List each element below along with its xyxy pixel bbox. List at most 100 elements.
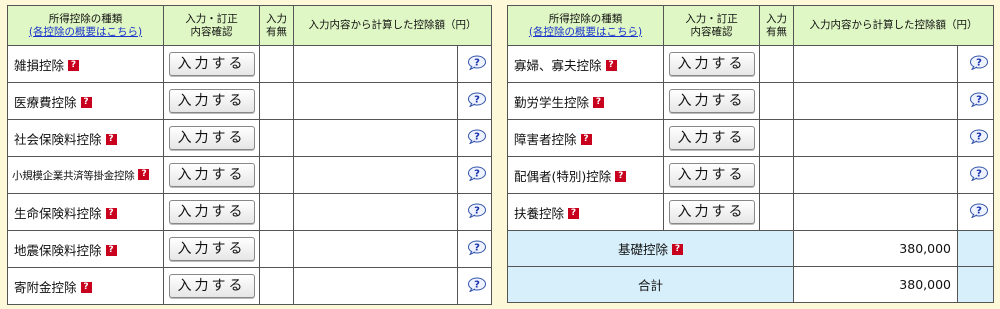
help-cell: ? <box>457 45 492 83</box>
col-header-input-line1: 入力・訂正 <box>685 12 738 25</box>
input-status-cell <box>759 45 794 83</box>
col-header-input: 入力・訂正 内容確認 <box>163 5 260 46</box>
help-cell: ? <box>457 119 492 157</box>
question-bubble-icon[interactable]: ? <box>969 129 989 144</box>
help-mark-icon[interactable]: ? <box>580 133 592 145</box>
help-cell: ? <box>457 267 492 305</box>
question-bubble-icon[interactable]: ? <box>467 277 487 292</box>
deduction-amount-cell <box>293 193 458 231</box>
help-mark-icon[interactable]: ? <box>593 96 605 108</box>
question-bubble-icon[interactable]: ? <box>467 166 487 181</box>
col-header-status-line1: 入力 <box>766 12 787 25</box>
input-button-cell: 入力する <box>163 45 260 83</box>
help-mark-icon[interactable]: ? <box>568 207 580 219</box>
help-mark-icon[interactable]: ? <box>615 170 627 182</box>
question-bubble-icon[interactable]: ? <box>969 166 989 181</box>
help-cell: ? <box>457 193 492 231</box>
help-cell: ? <box>457 82 492 120</box>
question-bubble-icon[interactable]: ? <box>969 203 989 218</box>
input-button[interactable]: 入力する <box>668 126 755 150</box>
deduction-row: 社会保険料控除? 入力する ? <box>7 119 492 157</box>
help-mark-icon[interactable]: ? <box>605 59 617 71</box>
input-button[interactable]: 入力する <box>668 52 755 76</box>
col-header-status-line2: 有無 <box>266 25 287 38</box>
deduction-name: 地震保険料控除 <box>14 242 102 258</box>
input-button-cell: 入力する <box>163 82 260 120</box>
help-mark-icon[interactable]: ? <box>672 244 683 255</box>
input-status-cell <box>759 82 794 120</box>
deduction-name: 寡婦、寡夫控除 <box>514 57 602 73</box>
total-value: 380,000 <box>793 266 958 303</box>
deduction-amount-cell <box>293 82 458 120</box>
svg-text:?: ? <box>474 205 480 216</box>
svg-text:?: ? <box>976 131 982 142</box>
help-mark-icon[interactable]: ? <box>80 96 92 108</box>
input-button-cell: 入力する <box>663 82 760 120</box>
question-bubble-icon[interactable]: ? <box>467 129 487 144</box>
deduction-overview-link[interactable]: (各控除の概要はこちら) <box>8 26 163 39</box>
basic-deduction-value: 380,000 <box>793 230 958 267</box>
input-status-cell <box>259 193 294 231</box>
deduction-amount-cell <box>793 45 958 83</box>
input-button-cell: 入力する <box>663 193 760 231</box>
input-status-cell <box>759 119 794 157</box>
input-status-cell <box>259 119 294 157</box>
question-bubble-icon[interactable]: ? <box>969 92 989 107</box>
input-button-cell: 入力する <box>163 193 260 231</box>
deduction-name: 医療費控除 <box>14 94 77 110</box>
col-header-status: 入力 有無 <box>759 5 794 46</box>
deduction-overview-link[interactable]: (各控除の概要はこちら) <box>508 26 663 39</box>
col-header-amount: 入力内容から計算した控除額（円） <box>293 5 492 46</box>
deduction-amount-cell <box>793 193 958 231</box>
input-button[interactable]: 入力する <box>168 274 255 298</box>
input-button[interactable]: 入力する <box>668 163 755 187</box>
svg-text:?: ? <box>474 168 480 179</box>
input-status-cell <box>759 156 794 194</box>
svg-text:?: ? <box>474 131 480 142</box>
deduction-amount-cell <box>293 119 458 157</box>
input-button-cell: 入力する <box>163 267 260 305</box>
total-row: 合計 380,000 <box>507 266 994 303</box>
help-mark-icon[interactable]: ? <box>105 207 117 219</box>
input-button[interactable]: 入力する <box>168 89 255 113</box>
input-button[interactable]: 入力する <box>668 89 755 113</box>
deduction-name-cell: 配偶者(特別)控除? <box>507 156 664 194</box>
input-button[interactable]: 入力する <box>168 52 255 76</box>
input-button[interactable]: 入力する <box>168 126 255 150</box>
question-bubble-icon[interactable]: ? <box>467 240 487 255</box>
help-mark-icon[interactable]: ? <box>138 168 150 180</box>
help-mark-icon[interactable]: ? <box>80 281 92 293</box>
deduction-amount-cell <box>793 156 958 194</box>
input-button[interactable]: 入力する <box>168 237 255 261</box>
deduction-name-cell: 医療費控除? <box>7 82 164 120</box>
input-button[interactable]: 入力する <box>668 200 755 224</box>
input-button[interactable]: 入力する <box>168 200 255 224</box>
basic-deduction-row: 基礎控除? 380,000 <box>507 230 994 267</box>
deduction-row: 寡婦、寡夫控除? 入力する ? <box>507 45 994 83</box>
col-header-status-line2: 有無 <box>766 25 787 38</box>
deduction-row: 小規模企業共済等掛金控除? 入力する ? <box>7 156 492 194</box>
col-header-input-line2: 内容確認 <box>690 25 733 38</box>
question-bubble-icon[interactable]: ? <box>969 55 989 70</box>
deduction-amount-cell <box>793 119 958 157</box>
deduction-name-cell: 生命保険料控除? <box>7 193 164 231</box>
deduction-amount-cell <box>293 45 458 83</box>
help-cell: ? <box>957 193 994 231</box>
col-header-deduction-type: 所得控除の種類 (各控除の概要はこちら) <box>7 5 164 46</box>
deduction-name: 小規模企業共済等掛金控除 <box>12 169 135 182</box>
svg-text:?: ? <box>976 205 982 216</box>
question-bubble-icon[interactable]: ? <box>467 55 487 70</box>
input-button[interactable]: 入力する <box>168 163 255 187</box>
deduction-name-cell: 小規模企業共済等掛金控除? <box>7 156 164 194</box>
col-header-input-line2: 内容確認 <box>190 25 233 38</box>
help-mark-icon[interactable]: ? <box>105 244 117 256</box>
help-mark-icon[interactable]: ? <box>68 59 80 71</box>
help-mark-icon[interactable]: ? <box>105 133 117 145</box>
deduction-name-cell: 扶養控除? <box>507 193 664 231</box>
deduction-name-cell: 社会保険料控除? <box>7 119 164 157</box>
input-status-cell <box>259 230 294 268</box>
deduction-row: 勤労学生控除? 入力する ? <box>507 82 994 120</box>
question-bubble-icon[interactable]: ? <box>467 203 487 218</box>
deduction-amount-cell <box>293 230 458 268</box>
question-bubble-icon[interactable]: ? <box>467 92 487 107</box>
